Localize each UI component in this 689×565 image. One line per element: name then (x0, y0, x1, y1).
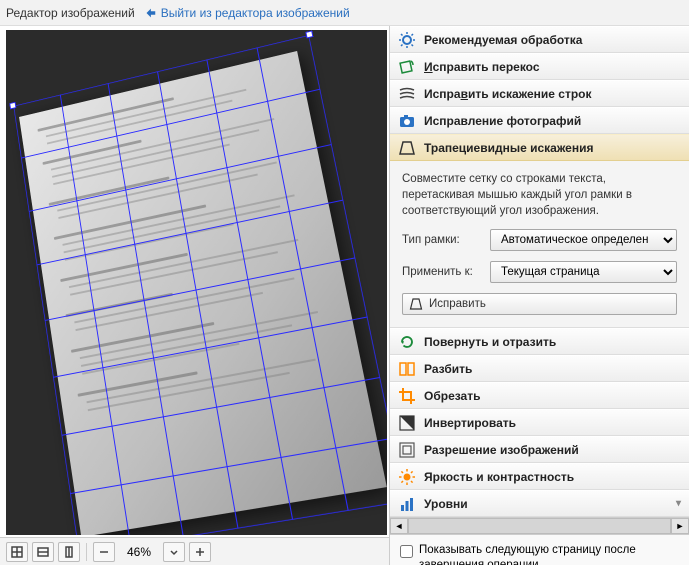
tool-brightness[interactable]: Яркость и контрастность (390, 463, 689, 490)
crop-icon (398, 387, 416, 405)
tool-invert-label: Инвертировать (424, 416, 516, 430)
tool-photo-correction[interactable]: Исправление фотографий (390, 107, 689, 134)
tool-levels-label: Уровни (424, 497, 468, 511)
fit-width-button[interactable] (32, 542, 54, 562)
split-icon (398, 360, 416, 378)
tool-fix-line-distortion[interactable]: Исправить искажение строк (390, 80, 689, 107)
tool-rotate-flip[interactable]: Повернуть и отразить (390, 328, 689, 355)
fix-button[interactable]: Исправить (402, 293, 677, 315)
tool-fix-line-distortion-label: Исправить искажение строк (424, 87, 592, 101)
apply-to-select[interactable]: Текущая страница (490, 261, 677, 283)
scroll-left-button[interactable]: ◄ (390, 518, 408, 534)
trapezoid-small-icon (409, 297, 423, 311)
tool-split[interactable]: Разбить (390, 355, 689, 382)
tool-resolution[interactable]: Разрешение изображений (390, 436, 689, 463)
rotate-icon (398, 333, 416, 351)
zoom-level-label: 46% (119, 545, 159, 559)
invert-icon (398, 414, 416, 432)
tool-crop[interactable]: Обрезать (390, 382, 689, 409)
exit-arrow-icon (143, 6, 157, 20)
tool-crop-label: Обрезать (424, 389, 480, 403)
exit-editor-link[interactable]: Выйти из редактора изображений (143, 6, 350, 20)
app-title: Редактор изображений (6, 6, 135, 20)
frame-type-label: Тип рамки: (402, 234, 484, 246)
show-next-page-label: Показывать следующую страницу после заве… (419, 543, 679, 565)
deskew-icon (398, 58, 416, 76)
brightness-icon (398, 468, 416, 486)
tool-photo-correction-label: Исправление фотографий (424, 114, 581, 128)
resolution-icon (398, 441, 416, 459)
tool-fix-skew-label: Исправить перекос (424, 60, 540, 74)
grid-lines-icon (13, 35, 387, 535)
frame-type-select[interactable]: Автоматическое определен (490, 229, 677, 251)
tool-levels[interactable]: Уровни ▾ (390, 490, 689, 517)
scroll-thumb[interactable] (408, 518, 671, 534)
fit-height-button[interactable] (58, 542, 80, 562)
tool-trapezoid[interactable]: Трапециевидные искажения (390, 134, 689, 161)
apply-to-label: Применить к: (402, 266, 484, 278)
fit-page-button[interactable] (6, 542, 28, 562)
grid-handle-tr[interactable] (305, 30, 313, 38)
levels-icon (398, 495, 416, 513)
lines-straighten-icon (398, 85, 416, 103)
tool-split-label: Разбить (424, 362, 472, 376)
tool-fix-skew[interactable]: Исправить перекос (390, 53, 689, 80)
trapezoid-settings: Совместите сетку со строками текста, пер… (390, 161, 689, 328)
camera-icon (398, 112, 416, 130)
scroll-right-button[interactable]: ► (671, 518, 689, 534)
fix-button-label: Исправить (429, 298, 486, 310)
tools-panel: Рекомендуемая обработка Исправить переко… (389, 26, 689, 565)
tool-recommended[interactable]: Рекомендуемая обработка (390, 26, 689, 53)
gear-sparkle-icon (398, 31, 416, 49)
tool-trapezoid-label: Трапециевидные искажения (424, 141, 593, 155)
exit-editor-label: Выйти из редактора изображений (161, 6, 350, 20)
panel-h-scrollbar[interactable]: ◄ ► (390, 517, 689, 535)
tool-brightness-label: Яркость и контрастность (424, 470, 574, 484)
zoom-out-button[interactable] (93, 542, 115, 562)
tool-resolution-label: Разрешение изображений (424, 443, 579, 457)
tool-invert[interactable]: Инвертировать (390, 409, 689, 436)
zoom-dropdown-button[interactable] (163, 542, 185, 562)
view-toolbar: 46% (0, 537, 389, 565)
topbar: Редактор изображений Выйти из редактора … (0, 0, 689, 26)
tool-recommended-label: Рекомендуемая обработка (424, 33, 582, 47)
show-next-page-checkbox[interactable] (400, 545, 413, 558)
chevron-down-icon: ▾ (676, 498, 681, 509)
trapezoid-icon (398, 139, 416, 157)
tool-rotate-flip-label: Повернуть и отразить (424, 335, 556, 349)
panel-footer: Показывать следующую страницу после заве… (390, 535, 689, 565)
perspective-grid-overlay[interactable] (13, 35, 387, 535)
image-canvas[interactable] (6, 30, 387, 535)
zoom-in-button[interactable] (189, 542, 211, 562)
trapezoid-hint: Совместите сетку со строками текста, пер… (402, 171, 677, 219)
